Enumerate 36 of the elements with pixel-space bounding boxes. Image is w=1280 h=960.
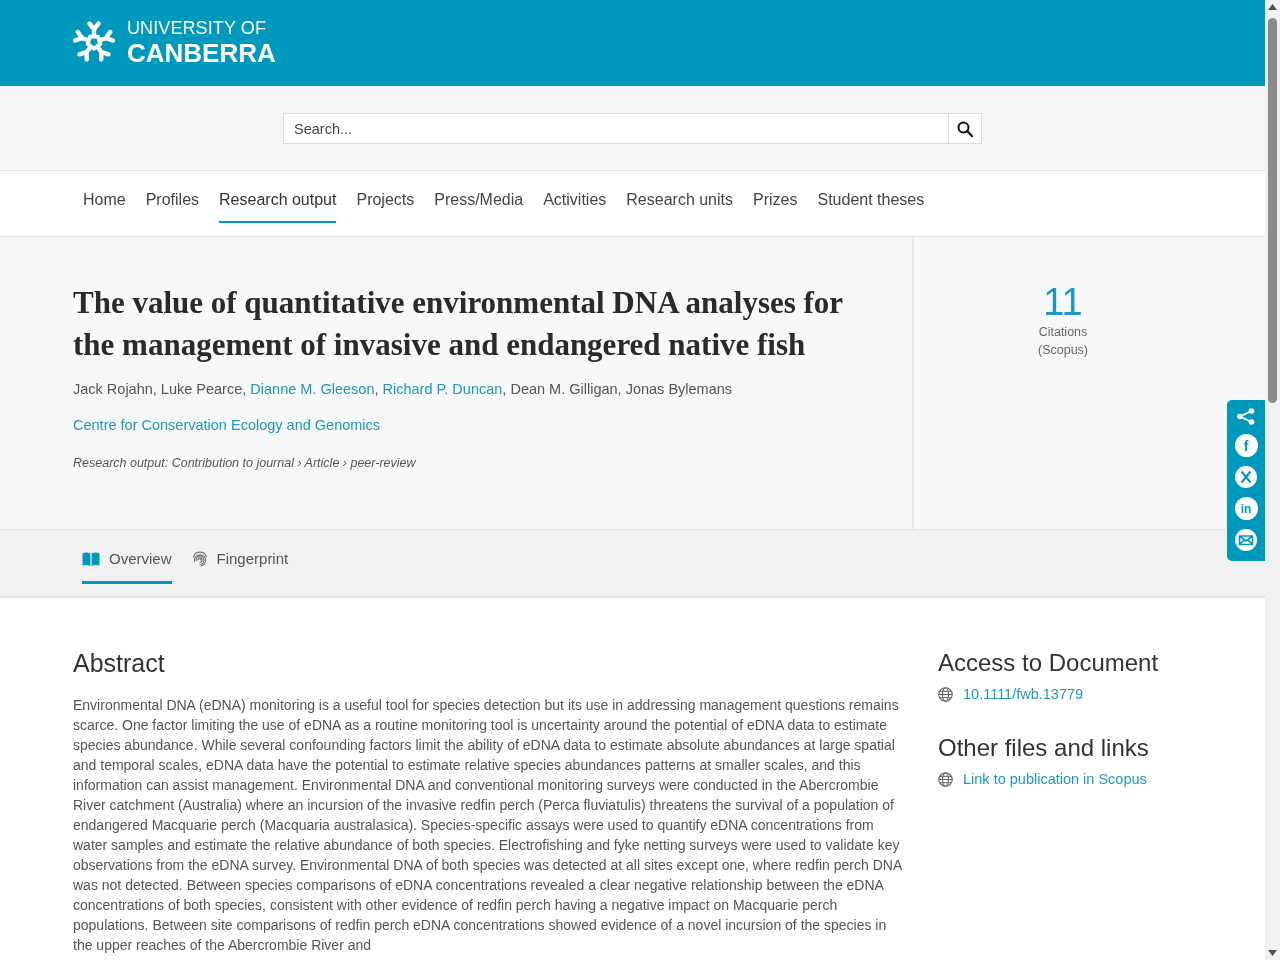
abstract-text: Environmental DNA (eDNA) monitoring is a useful tool for species detection but its use in addressing management questions remains scarce. One factor limiting the use of eDNA as a routine monitoring tool is uncertainty around the potential of eDNA data to estimate species abundance. While several confounding factors limit the ability of eDNA data to estimate absolute abundances at large spatial and temporal scales, eDNA data have the potential to estimate relative species abundances patterns at smaller scales, and this information can assist management. Environmental DNA and conventional monitoring surveys were conducted in the Abercrombie River catchment (Australia) where an incursion of the invasive redfin perch (Perca fluviatulis) threatens the survival of a population of endangered Macquarie perch (Macquaria australasica). Species-specific assays were used to quantify eDNA concentrations from water samples and estimate the relative abundance of both species. Electrofishing and fyke netting surveys were used to validate key observations from the eDNA survey. Environmental DNA of both species was detected at all sites except one, where redfin perch DNA was not detected. Between species comparisons of eDNA concentrations revealed a clear negative relationship between the eDNA concentrations of both species, consistent with other evidence of redfin perch having a negative impact on Macquarie perch populations. Between site comparisons of redfin perch eDNA concentrations showed evidence of a novel incursion of the species in the upper reaches of the Abercrombie River and (73, 696, 903, 955)
share-icon[interactable] (1237, 408, 1255, 425)
nav-link[interactable]: Student theses (817, 188, 925, 223)
book-icon (82, 551, 100, 567)
nav-link[interactable]: Home (83, 188, 126, 223)
nav-link[interactable]: Projects (356, 188, 415, 223)
search-button[interactable] (948, 113, 982, 144)
citations-source: (Scopus) (1038, 342, 1088, 359)
nav-link[interactable]: Profiles (145, 188, 200, 223)
output-type: Research output: Contribution to journal › Article › peer-review (73, 455, 417, 472)
external-link[interactable]: Link to publication in Scopus (938, 769, 1147, 789)
nav-link[interactable]: Prizes (753, 188, 798, 223)
nav-link[interactable]: Research output (219, 188, 337, 223)
globe-icon (938, 771, 953, 787)
fingerprint-icon (191, 551, 208, 567)
nav-link[interactable]: Activities (543, 188, 607, 223)
scroll-up-arrow-icon[interactable] (1268, 4, 1277, 10)
nav-link[interactable]: Press/Media (434, 188, 524, 223)
emblem-icon (73, 21, 115, 64)
mail-icon[interactable] (1235, 529, 1257, 551)
scrollbar-thumb[interactable] (1268, 18, 1277, 403)
citations-label: Citations (1038, 324, 1088, 341)
nav-link[interactable]: Research units (626, 188, 733, 223)
page-tab[interactable]: Overview (82, 530, 172, 584)
globe-icon (938, 686, 953, 702)
scrollbar[interactable] (1265, 0, 1280, 960)
section-heading: Access to Document (938, 648, 1159, 678)
x-logo-icon[interactable] (1235, 466, 1257, 488)
abstract-heading: Abstract (73, 648, 166, 678)
author-list: Jack Rojahn, Luke Pearce, Dianne M. Gleeson, Richard P. Duncan, Dean M. Gilligan, Jonas Bylemans (73, 378, 870, 400)
search-field[interactable]: Search... (283, 113, 948, 144)
section-heading: Other files and links (938, 733, 1149, 763)
scroll-down-arrow-icon[interactable] (1268, 950, 1277, 956)
publication-title: The value of quantitative environmental DNA analyses for the management of invasive and endangered native fish (73, 284, 844, 364)
search-icon (957, 120, 973, 137)
page-tab[interactable]: Fingerprint (191, 530, 289, 584)
